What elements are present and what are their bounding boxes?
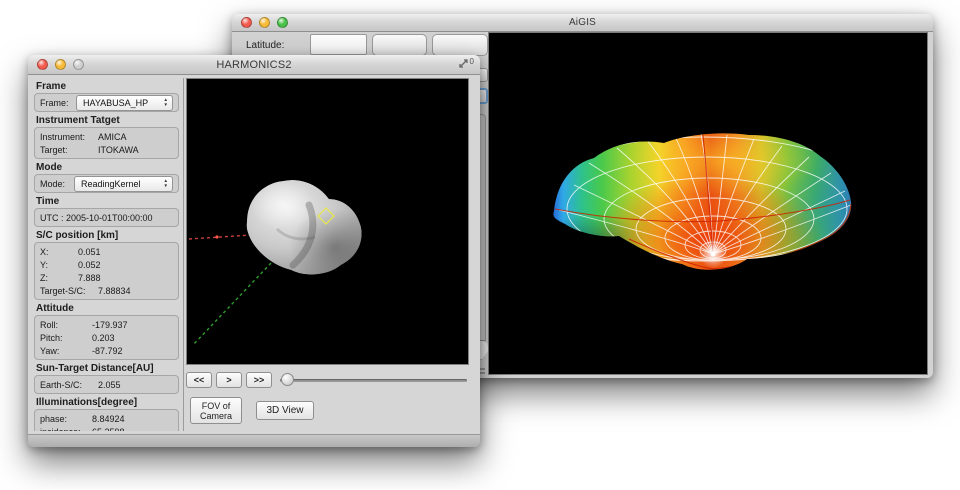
latitude-label: Latitude:	[246, 40, 284, 51]
minimize-button[interactable]	[55, 59, 66, 70]
3d-view-button[interactable]: 3D View	[256, 401, 314, 420]
mode-section-header: Mode	[36, 162, 177, 173]
stepper-icon: ▲▼	[162, 179, 170, 188]
target-sc-value: 7.88834	[98, 286, 131, 296]
step-back-button[interactable]: <<	[186, 372, 212, 388]
z-label: Z:	[40, 273, 78, 283]
attitude-box: Roll: -179.937 Pitch: 0.203 Yaw: -87.792	[34, 315, 179, 360]
aigis-toolbar-button-2[interactable]	[432, 34, 488, 56]
target-value: ITOKAWA	[98, 145, 139, 155]
zoom-button-disabled[interactable]	[73, 59, 84, 70]
time-slider[interactable]	[280, 372, 469, 388]
fast-forward-button[interactable]: >>	[246, 372, 272, 388]
earth-sc-value: 2.055	[98, 380, 121, 390]
mode-select[interactable]: ReadingKernel ▲▼	[74, 176, 173, 192]
sc-position-box: X: 0.051 Y: 0.052 Z: 7.888 Target-S/C: 7…	[34, 242, 179, 300]
minimize-button[interactable]	[259, 17, 270, 28]
zoom-button[interactable]	[277, 17, 288, 28]
x-label: X:	[40, 247, 78, 257]
time-section-header: Time	[36, 196, 177, 207]
frame-label: Frame:	[40, 98, 76, 108]
instrument-label: Instrument:	[40, 132, 98, 142]
time-transport-controls: << > >>	[186, 371, 469, 389]
incidence-label: incidence:	[40, 427, 92, 432]
yaw-label: Yaw:	[40, 346, 92, 356]
desktop: { "aigis": { "title": "AiGIS", "toolbar"…	[0, 0, 960, 490]
y-value: 0.052	[78, 260, 101, 270]
roll-label: Roll:	[40, 320, 92, 330]
frame-select[interactable]: HAYABUSA_HP ▲▼	[76, 95, 173, 111]
fov-of-camera-button[interactable]: FOV of Camera	[190, 397, 242, 424]
step-button[interactable]: >	[216, 372, 242, 388]
harmonics-traffic-lights	[28, 59, 84, 70]
harmonics-window-title: HARMONICS2	[28, 59, 480, 71]
y-label: Y:	[40, 260, 78, 270]
attitude-header: Attitude	[36, 303, 177, 314]
mode-box: Mode: ReadingKernel ▲▼	[34, 174, 179, 193]
harmonics-content: Frame Frame: HAYABUSA_HP ▲▼ Instrument T…	[28, 75, 480, 447]
phase-label: phase:	[40, 414, 92, 424]
sun-target-header: Sun-Target Distance[AU]	[36, 363, 177, 374]
time-box: UTC : 2005-10-01T00:00:00	[34, 208, 179, 227]
camera-3d-viewport[interactable]	[186, 78, 469, 365]
z-value: 7.888	[78, 273, 101, 283]
expand-diagonal-icon[interactable]	[458, 58, 469, 69]
frame-section-header: Frame	[36, 81, 177, 92]
illuminations-box: phase: 8.84924 incidence: 65.2598 emissi…	[34, 409, 179, 431]
instrument-value: AMICA	[98, 132, 127, 142]
utc-time-value: UTC : 2005-10-01T00:00:00	[40, 211, 173, 224]
incidence-value: 65.2598	[92, 427, 125, 432]
itokawa-color-mesh-model	[489, 33, 927, 374]
harmonics-titlebar[interactable]: HARMONICS2 0	[28, 55, 480, 75]
phase-value: 8.84924	[92, 414, 125, 424]
window-bottom-bar	[28, 434, 480, 447]
target-label: Target:	[40, 145, 98, 155]
mode-label: Mode:	[40, 179, 74, 189]
pitch-label: Pitch:	[40, 333, 92, 343]
aigis-traffic-lights	[232, 17, 288, 28]
time-slider-knob[interactable]	[281, 373, 294, 386]
mode-select-value: ReadingKernel	[81, 179, 141, 189]
sc-position-header: S/C position [km]	[36, 230, 177, 241]
control-panel: Frame Frame: HAYABUSA_HP ▲▼ Instrument T…	[32, 78, 184, 431]
view-action-buttons: FOV of Camera 3D View	[190, 397, 314, 424]
aigis-titlebar[interactable]: AiGIS	[232, 14, 933, 32]
frame-box: Frame: HAYABUSA_HP ▲▼	[34, 93, 179, 112]
roll-value: -179.937	[92, 320, 128, 330]
instrument-section-header: Instrument Tatget	[36, 115, 177, 126]
instrument-box: Instrument: AMICA Target: ITOKAWA	[34, 127, 179, 159]
harmonics-window: HARMONICS2 0 Frame Frame: HAYABUSA_HP ▲▼	[28, 55, 480, 447]
target-sc-label: Target-S/C:	[40, 286, 98, 296]
stepper-icon: ▲▼	[162, 98, 170, 107]
close-button[interactable]	[241, 17, 252, 28]
x-value: 0.051	[78, 247, 101, 257]
latitude-input[interactable]	[310, 34, 367, 55]
aigis-toolbar-button-1[interactable]	[372, 34, 427, 56]
pitch-value: 0.203	[92, 333, 115, 343]
close-button[interactable]	[37, 59, 48, 70]
time-slider-track[interactable]	[280, 379, 467, 382]
illuminations-header: Illuminations[degree]	[36, 397, 177, 408]
titlebar-badge: 0	[470, 58, 474, 66]
frame-select-value: HAYABUSA_HP	[83, 98, 148, 108]
itokawa-gray-model	[187, 79, 468, 364]
yaw-value: -87.792	[92, 346, 123, 356]
aigis-window-title: AiGIS	[232, 17, 933, 28]
sun-target-box: Earth-S/C: 2.055	[34, 375, 179, 394]
earth-sc-label: Earth-S/C:	[40, 380, 98, 390]
aigis-3d-viewport[interactable]	[488, 32, 928, 375]
